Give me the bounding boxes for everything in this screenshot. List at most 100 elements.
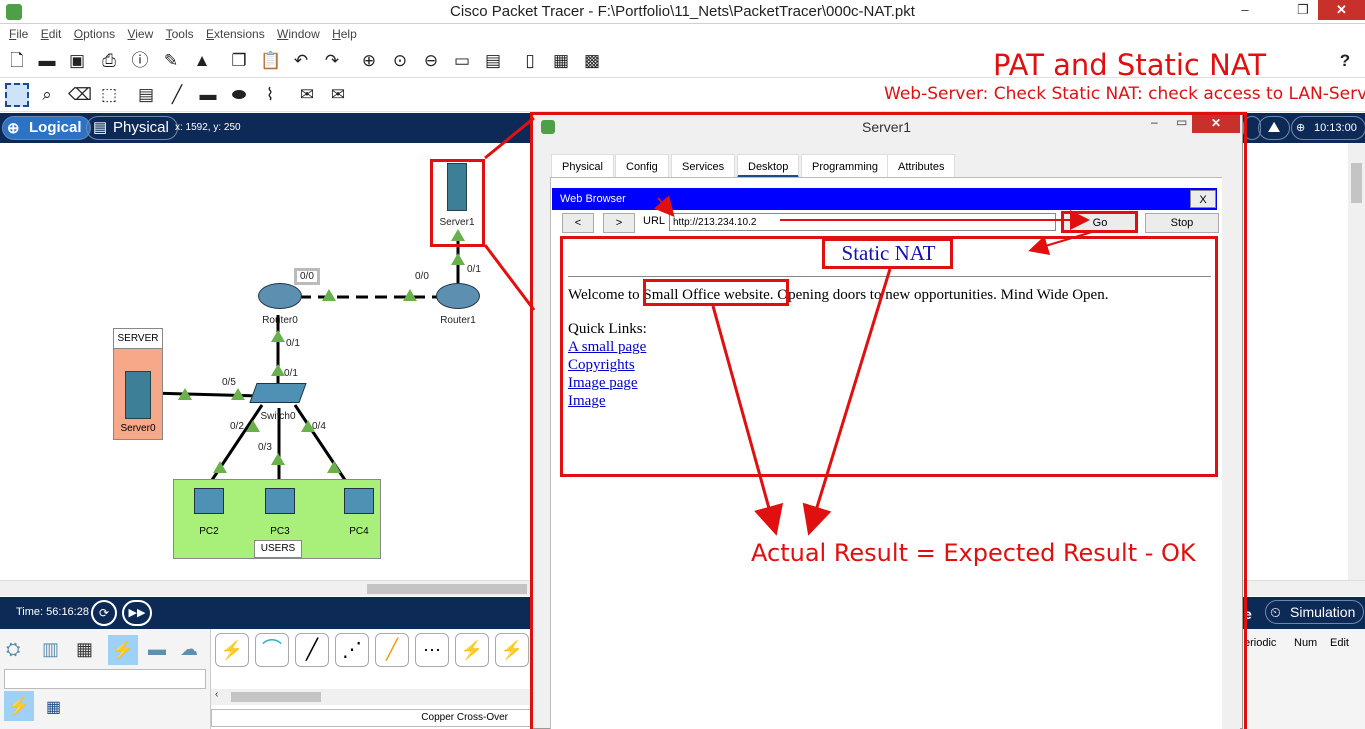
- device-switch0[interactable]: Switch0: [249, 383, 307, 422]
- port-label: 0/0: [415, 271, 429, 282]
- inspect-icon[interactable]: ⌕: [37, 85, 57, 105]
- router0-label: Router0: [262, 315, 298, 326]
- delete-icon[interactable]: ⌫: [68, 85, 92, 105]
- dialog-icon[interactable]: ▦: [551, 51, 571, 71]
- device-router0[interactable]: Router0: [255, 283, 305, 326]
- palette-icon[interactable]: ▭: [452, 51, 472, 71]
- zoom-out-icon[interactable]: ⊖: [421, 51, 441, 71]
- switches-category-icon[interactable]: ▥: [42, 639, 59, 660]
- scrollbar-thumb[interactable]: [1351, 163, 1362, 203]
- menu-window[interactable]: Window: [277, 24, 320, 44]
- add-simple-pdu-icon[interactable]: ✉: [297, 85, 317, 105]
- copy-icon[interactable]: ❐: [229, 51, 249, 71]
- workspace-vertical-scrollbar[interactable]: [1348, 143, 1365, 580]
- maximize-button[interactable]: ❐: [1288, 0, 1318, 20]
- undo-icon[interactable]: ↶: [291, 51, 311, 71]
- menu-extensions[interactable]: Extensions: [206, 24, 265, 44]
- zoom-reset-icon[interactable]: ⊙: [390, 51, 410, 71]
- print-icon[interactable]: ⎙: [99, 51, 119, 71]
- coaxial-cable-icon[interactable]: ⚡: [455, 633, 489, 667]
- device-pc3[interactable]: PC3: [260, 488, 300, 537]
- minimize-button[interactable]: –: [1230, 0, 1260, 20]
- device-search-field[interactable]: [4, 669, 206, 689]
- console-cable-icon[interactable]: ⌒: [255, 633, 289, 667]
- custom-device-icon[interactable]: ▤: [483, 51, 503, 71]
- open-folder-icon[interactable]: ▬: [37, 51, 57, 71]
- tab-physical[interactable]: ▤ Physical: [86, 116, 178, 140]
- hubs-category-icon[interactable]: ▦: [76, 639, 93, 660]
- link-status-indicator: [213, 461, 227, 473]
- pc-icon: [194, 488, 224, 514]
- environment-icon[interactable]: ⛰: [1258, 116, 1290, 140]
- save-icon[interactable]: ▣: [67, 51, 87, 71]
- routers-category-icon[interactable]: ⛭: [6, 639, 20, 660]
- scroll-left-icon[interactable]: ‹: [215, 689, 218, 700]
- menu-options[interactable]: Options: [74, 24, 115, 44]
- freeform-icon[interactable]: ⌇: [260, 85, 280, 105]
- phone-cable-icon[interactable]: ⋯: [415, 633, 449, 667]
- help-icon[interactable]: ?: [1335, 51, 1355, 71]
- activity-wizard-icon[interactable]: ✎: [161, 51, 181, 71]
- users-group-box[interactable]: PC2 PC3 PC4 USERS: [173, 479, 381, 559]
- select-icon[interactable]: [5, 83, 29, 107]
- network-info-icon[interactable]: ▲: [192, 51, 212, 71]
- scrollbar-thumb[interactable]: [367, 584, 527, 594]
- resize-icon[interactable]: ⬚: [99, 85, 119, 105]
- fast-forward-icon[interactable]: ▶▶: [122, 600, 152, 626]
- menu-tools[interactable]: Tools: [166, 24, 194, 44]
- pdu-table-header: eriodic Num Edit: [1244, 633, 1364, 653]
- draw-ellipse-icon[interactable]: ⬬: [229, 85, 249, 105]
- image-icon[interactable]: ▩: [582, 51, 602, 71]
- zoom-in-icon[interactable]: ⊕: [359, 51, 379, 71]
- port-label: 0/4: [312, 421, 326, 432]
- device-pc4[interactable]: PC4: [339, 488, 379, 537]
- cursor-coordinates: x: 1592, y: 250: [175, 122, 241, 133]
- router-icon: [436, 283, 480, 309]
- annotation-heading: PAT and Static NAT: [993, 48, 1267, 82]
- draw-line-icon[interactable]: ╱: [167, 85, 187, 105]
- menu-file[interactable]: File: [9, 24, 28, 44]
- cross-over-cable-icon[interactable]: ⋰: [335, 633, 369, 667]
- server-group-box[interactable]: SERVER Server0: [113, 328, 163, 440]
- server-icon: [125, 371, 151, 419]
- new-file-icon[interactable]: 🗋: [7, 51, 27, 71]
- physical-icon: ▤: [93, 119, 108, 136]
- selected-cable-name: Copper Cross-Over: [211, 709, 531, 727]
- device-router1[interactable]: Router1: [433, 283, 483, 326]
- server1-highlight: [430, 159, 485, 247]
- scrollbar-thumb[interactable]: [231, 692, 321, 702]
- title-bar: Cisco Packet Tracer - F:\Portfolio\11_Ne…: [0, 0, 1365, 24]
- power-cycle-icon[interactable]: ⟳: [91, 600, 117, 626]
- stopwatch-icon: ⏲: [1270, 604, 1281, 620]
- clock-display[interactable]: ⊕ 10:13:00: [1291, 116, 1365, 140]
- redo-icon[interactable]: ↷: [322, 51, 342, 71]
- pc3-label: PC3: [270, 526, 290, 537]
- straight-through-cable-icon[interactable]: ╱: [295, 633, 329, 667]
- end-devices-category-icon[interactable]: ▬: [148, 639, 166, 660]
- connections-category-icon[interactable]: ⚡: [108, 635, 138, 665]
- paste-icon[interactable]: 📋: [260, 51, 281, 71]
- router1-label: Router1: [440, 315, 476, 326]
- menu-help[interactable]: Help: [332, 24, 357, 44]
- add-complex-pdu-icon[interactable]: ✉: [328, 85, 348, 105]
- device-pc2[interactable]: PC2: [189, 488, 229, 537]
- tab-simulation[interactable]: ⏲ Simulation: [1265, 600, 1365, 624]
- wan-emulation-category-icon[interactable]: ☁: [180, 639, 198, 660]
- menu-view[interactable]: View: [127, 24, 153, 44]
- port-label: 0/1: [467, 264, 481, 275]
- info-icon[interactable]: ⓘ: [130, 51, 150, 71]
- connections-subtype-icon[interactable]: ⚡: [4, 691, 34, 721]
- auto-cable-icon[interactable]: ⚡: [215, 633, 249, 667]
- tab-logical[interactable]: ⊕ Logical: [2, 116, 91, 140]
- pc-icon: [344, 488, 374, 514]
- grid-icon[interactable]: ▦: [46, 697, 61, 717]
- menu-edit[interactable]: Edit: [41, 24, 62, 44]
- draw-rectangle-icon[interactable]: ▬: [198, 85, 218, 105]
- window-title: Cisco Packet Tracer - F:\Portfolio\11_Ne…: [450, 3, 915, 20]
- fiber-cable-icon[interactable]: ╱: [375, 633, 409, 667]
- viewport-icon[interactable]: ▯: [520, 51, 540, 71]
- note-icon[interactable]: ▤: [136, 85, 156, 105]
- close-button[interactable]: ✕: [1318, 0, 1365, 20]
- serial-dce-cable-icon[interactable]: ⚡: [495, 633, 529, 667]
- cable-list-scrollbar[interactable]: ‹: [211, 689, 531, 705]
